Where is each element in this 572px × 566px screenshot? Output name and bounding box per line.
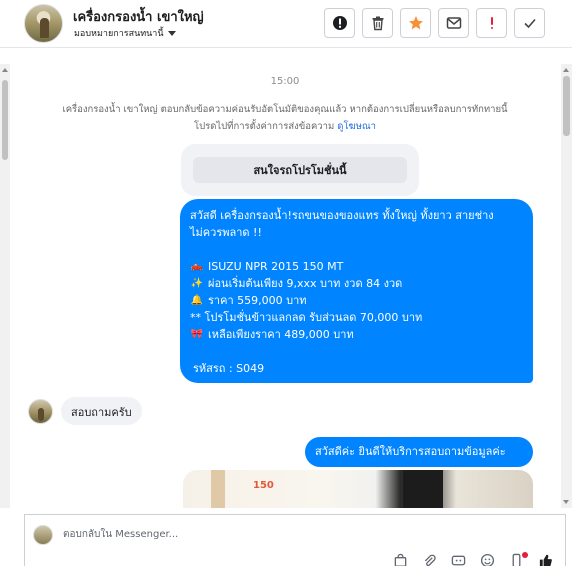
check-icon [523,18,536,29]
scroll-up-arrow-icon[interactable] [2,68,8,72]
caret-down-icon [167,30,176,36]
bell-icon: 🔔 [190,295,204,306]
trash-icon [372,16,383,31]
promo-item-text: ** โปรโมชั่นข้าวแลกลด รับส่วนลด 70,000 บ… [190,311,423,324]
composer-toolbar [393,553,553,566]
star-icon [408,16,423,30]
message-thread[interactable]: 15:00 เครื่องกรองน้ำ เขาใหญ่ ตอบกลับข้อค… [10,48,560,508]
reply-input[interactable]: ตอบกลับใน Messenger... [63,527,178,542]
outgoing-message-greeting[interactable]: สวัสดีค่ะ ยินดีให้บริการสอบถามข้อมูลค่ะ [305,437,533,467]
image-truck-label: 150 [253,480,274,491]
message-timestamp: 15:00 [270,76,300,87]
system-notice-line1: เครื่องกรองน้ำ เขาใหญ่ ตอบกลับข้อความค่อ… [62,104,508,115]
spam-button[interactable] [324,8,355,38]
thread-scrollbar[interactable] [561,64,572,508]
promo-line2: ไม่ควรพลาด !! [190,226,262,239]
promo-line1: สวัสดี เครื่องกรองน้ำ!รถขนของของแทร ทั้ง… [190,209,494,222]
exclamation-icon [490,17,493,29]
header-actions [324,8,545,38]
thread-scrollbar-thumb[interactable] [563,76,570,136]
page-avatar-small [33,525,53,545]
promo-item-text: ราคา 559,000 บาท [208,294,307,307]
sparkles-icon: ✨ [190,278,204,289]
mark-done-button[interactable] [514,8,545,38]
like-icon[interactable] [538,553,553,566]
promo-item: 🎀 เหลือเพียงราคา 489,000 บาท [190,326,523,343]
view-ad-link[interactable]: ดูโฆษณา [337,121,376,132]
message-composer: ตอบกลับใน Messenger... [24,514,566,566]
ad-reply-card: สนใจรถโปรโมชั่นนี้ [181,144,419,196]
truck-icon: 🛻 [190,261,204,272]
delete-button[interactable] [362,8,393,38]
scroll-down-arrow-icon[interactable] [563,500,569,504]
contact-name[interactable]: เครื่องกรองน้ำ เขาใหญ่ [73,6,204,27]
promo-item-text: ผ่อนเริ่มต้นเพียง 9,xxx บาท งวด 84 งวด [208,277,403,290]
left-scrollbar[interactable] [0,64,10,508]
ribbon-icon: 🎀 [190,329,204,340]
page-avatar[interactable] [24,4,63,43]
assign-conversation-dropdown[interactable]: มอบหมายการสนทนานี้ [74,26,176,40]
system-notice-line2: โปรดไปที่การตั้งค่าการส่งข้อความ [193,121,335,132]
incoming-message-row: สอบถามครับ [28,397,142,425]
promo-item-text: เหลือเพียงราคา 489,000 บาท [208,328,354,341]
left-scrollbar-thumb[interactable] [2,80,8,160]
outgoing-message-promo[interactable]: สวัสดี เครื่องกรองน้ำ!รถขนของของแทร ทั้ง… [180,199,533,383]
promo-item: 🛻 ISUZU NPR 2015 150 MT [190,258,523,275]
mark-unread-button[interactable] [438,8,469,38]
outgoing-image-attachment[interactable]: 150 [183,470,533,508]
gif-icon[interactable] [451,553,466,566]
shopping-bag-icon[interactable] [393,553,408,566]
promo-item: ** โปรโมชั่นข้าวแลกลด รับส่วนลด 70,000 บ… [190,309,523,326]
emoji-icon[interactable] [480,553,495,566]
assign-label: มอบหมายการสนทนานี้ [74,29,164,39]
scroll-up-arrow-icon[interactable] [563,68,569,72]
conversation-header: เครื่องกรองน้ำ เขาใหญ่ มอบหมายการสนทนานี… [0,0,572,48]
system-notice-line2-row: โปรดไปที่การตั้งค่าการส่งข้อความ ดูโฆษณา [30,118,540,135]
promo-item: ✨ ผ่อนเริ่มต้นเพียง 9,xxx บาท งวด 84 งวด [190,275,523,292]
promo-item: 🔔 ราคา 559,000 บาท [190,292,523,309]
incoming-message[interactable]: สอบถามครับ [61,397,142,425]
star-button[interactable] [400,8,431,38]
envelope-icon [446,17,461,29]
system-notice: เครื่องกรองน้ำ เขาใหญ่ ตอบกลับข้อความค่อ… [30,101,540,135]
customer-avatar[interactable] [28,398,53,424]
promo-interest-button[interactable]: สนใจรถโปรโมชั่นนี้ [193,157,407,183]
vehicle-code: รหัสรถ : S049 [193,362,265,375]
notification-dot [522,552,528,558]
alert-circle-icon [332,16,347,30]
paperclip-icon[interactable] [422,553,437,566]
promo-item-text: ISUZU NPR 2015 150 MT [208,260,344,273]
follow-up-button[interactable] [476,8,507,38]
